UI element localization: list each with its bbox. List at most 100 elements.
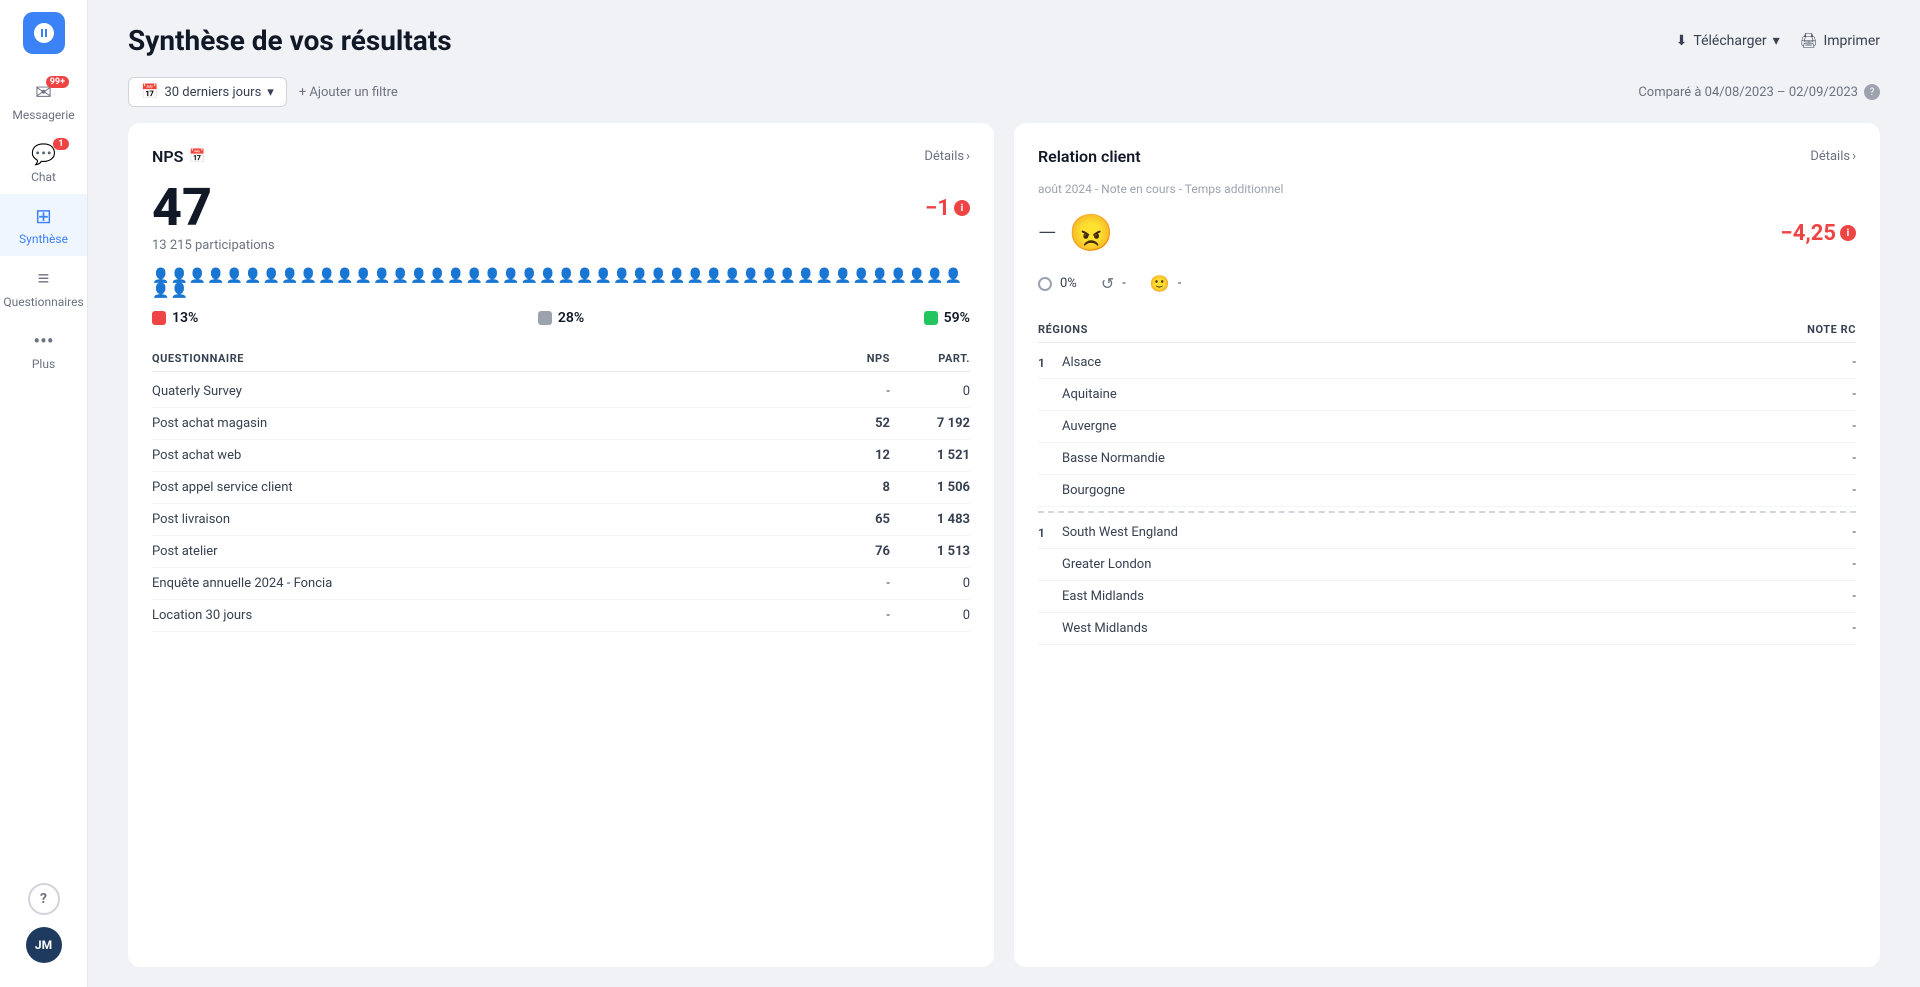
person-gray: 👤 <box>318 269 335 283</box>
people-row: 👤 👤 👤 👤 👤 👤 👤 👤 👤 👤 👤 👤 👤 👤 👤 👤 👤 👤 <box>152 269 970 298</box>
rc-stat-reload: ↺ - <box>1101 274 1126 293</box>
list-item: Auvergne - <box>1038 411 1856 443</box>
table-row: Post appel service client 8 1 506 <box>152 472 970 504</box>
smile-icon: 🙂 <box>1150 274 1170 293</box>
nps-participations: 13 215 participations <box>152 238 970 253</box>
rc-stat-pct: 0% <box>1038 276 1077 291</box>
rc-emoji-area: — 😠 <box>1038 212 1113 254</box>
nps-title: NPS 📅 <box>152 147 206 166</box>
table-row: Post atelier 76 1 513 <box>152 536 970 568</box>
chevron-right-icon: › <box>1852 149 1856 164</box>
person-green: 👤 <box>705 269 722 283</box>
grid-icon: ⊞ <box>35 204 52 228</box>
person-green: 👤 <box>521 269 538 283</box>
person-gray: 👤 <box>392 269 409 283</box>
person-gray: 👤 <box>336 269 353 283</box>
nps-details-link[interactable]: Détails › <box>924 149 970 164</box>
sidebar-item-label: Messagerie <box>12 108 74 122</box>
calendar-icon: 📅 <box>141 84 158 100</box>
gray-dot <box>538 311 552 325</box>
question-icon: ? <box>40 891 47 907</box>
list-item: Basse Normandie - <box>1038 443 1856 475</box>
nps-score: 47 <box>152 182 212 234</box>
regions-header: RÉGIONS Note RC <box>1038 317 1856 343</box>
person-green: 👤 <box>945 269 962 283</box>
more-icon: ••• <box>33 329 53 353</box>
list-item: 1 Alsace - <box>1038 347 1856 379</box>
delta-info-icon: i <box>954 200 970 216</box>
person-red: 👤 <box>226 269 243 283</box>
chat-badge: 1 <box>53 138 69 150</box>
rc-emoji: 😠 <box>1069 212 1114 254</box>
list-item: Greater London - <box>1038 549 1856 581</box>
page-title: Synthèse de vos résultats <box>128 24 452 57</box>
avatar[interactable]: JM <box>26 927 62 963</box>
person-gray: 👤 <box>429 269 446 283</box>
chat-icon: 💬 <box>31 142 56 166</box>
green-dot <box>924 311 938 325</box>
gray-pct-value: 28% <box>558 310 584 326</box>
person-green: 👤 <box>650 269 667 283</box>
sidebar-item-label: Plus <box>32 357 55 371</box>
person-green: 👤 <box>853 269 870 283</box>
compare-text: Comparé à 04/08/2023 – 02/09/2023 ? <box>1638 84 1880 100</box>
person-green: 👤 <box>871 269 888 283</box>
nps-table-header: QUESTIONNAIRE NPS Part. <box>152 346 970 372</box>
green-pct-value: 59% <box>944 310 970 326</box>
person-green: 👤 <box>834 269 851 283</box>
main-content: Synthèse de vos résultats ⬇ Télécharger … <box>88 0 1920 987</box>
sidebar-item-synthese[interactable]: ⊞ Synthèse <box>0 194 87 256</box>
sidebar-item-chat[interactable]: 1 💬 Chat <box>0 132 87 194</box>
sidebar-item-questionnaires[interactable]: ≡ Questionnaires <box>0 256 87 319</box>
filters-bar: 📅 30 derniers jours ▾ + Ajouter un filtr… <box>88 69 1920 123</box>
nps-pct-row: 13% 28% 59% <box>152 310 970 326</box>
calendar-small-icon: 📅 <box>189 149 205 164</box>
add-filter-button[interactable]: + Ajouter un filtre <box>299 85 398 100</box>
region-divider <box>1038 511 1856 513</box>
print-button[interactable]: 🖨 Imprimer <box>1800 33 1880 49</box>
sidebar-item-messagerie[interactable]: 99+ ✉ Messagerie <box>0 70 87 132</box>
list-icon: ≡ <box>38 266 50 291</box>
person-green: 👤 <box>170 284 187 298</box>
cards-area: NPS 📅 Détails › 47 −1 i 13 215 participa… <box>88 123 1920 987</box>
person-green: 👤 <box>152 284 169 298</box>
red-pct-value: 13% <box>172 310 198 326</box>
person-green: 👤 <box>668 269 685 283</box>
nps-score-row: 47 −1 i <box>152 182 970 234</box>
nps-delta: −1 i <box>925 196 970 221</box>
table-row: Location 30 jours - 0 <box>152 600 970 632</box>
rc-details-link[interactable]: Détails › <box>1810 149 1856 164</box>
app-logo[interactable] <box>23 12 65 54</box>
reload-icon: ↺ <box>1101 274 1114 293</box>
filter-left: 📅 30 derniers jours ▾ + Ajouter un filtr… <box>128 77 398 107</box>
help-button[interactable]: ? <box>28 883 60 915</box>
person-green: 👤 <box>613 269 630 283</box>
person-gray: 👤 <box>465 269 482 283</box>
list-item: West Midlands - <box>1038 613 1856 645</box>
rc-stat-smile: 🙂 - <box>1150 274 1182 293</box>
red-pct-item: 13% <box>152 310 198 326</box>
download-button[interactable]: ⬇ Télécharger ▾ <box>1676 33 1780 49</box>
person-green: 👤 <box>779 269 796 283</box>
person-green: 👤 <box>576 269 593 283</box>
table-row: Quaterly Survey - 0 <box>152 376 970 408</box>
date-filter-button[interactable]: 📅 30 derniers jours ▾ <box>128 77 287 107</box>
gray-pct-item: 28% <box>538 310 584 326</box>
chevron-down-icon: ▾ <box>267 85 274 100</box>
person-green: 👤 <box>742 269 759 283</box>
sidebar-item-plus[interactable]: ••• Plus <box>0 319 87 381</box>
nps-card: NPS 📅 Détails › 47 −1 i 13 215 participa… <box>128 123 994 967</box>
person-gray: 👤 <box>355 269 372 283</box>
table-row: Post achat web 12 1 521 <box>152 440 970 472</box>
table-row: Post achat magasin 52 7 192 <box>152 408 970 440</box>
nps-card-header: NPS 📅 Détails › <box>152 147 970 166</box>
sidebar-item-label: Chat <box>31 170 56 184</box>
chevron-down-icon: ▾ <box>1773 33 1780 49</box>
list-item: Aquitaine - <box>1038 379 1856 411</box>
rc-stats-row: 0% ↺ - 🙂 - <box>1038 274 1856 293</box>
regions-table: 1 Alsace - Aquitaine - Auvergne - Basse … <box>1038 347 1856 645</box>
info-icon: ? <box>1864 84 1880 100</box>
sidebar: 99+ ✉ Messagerie 1 💬 Chat ⊞ Synthèse ≡ Q… <box>0 0 88 987</box>
person-green: 👤 <box>797 269 814 283</box>
person-green: 👤 <box>687 269 704 283</box>
